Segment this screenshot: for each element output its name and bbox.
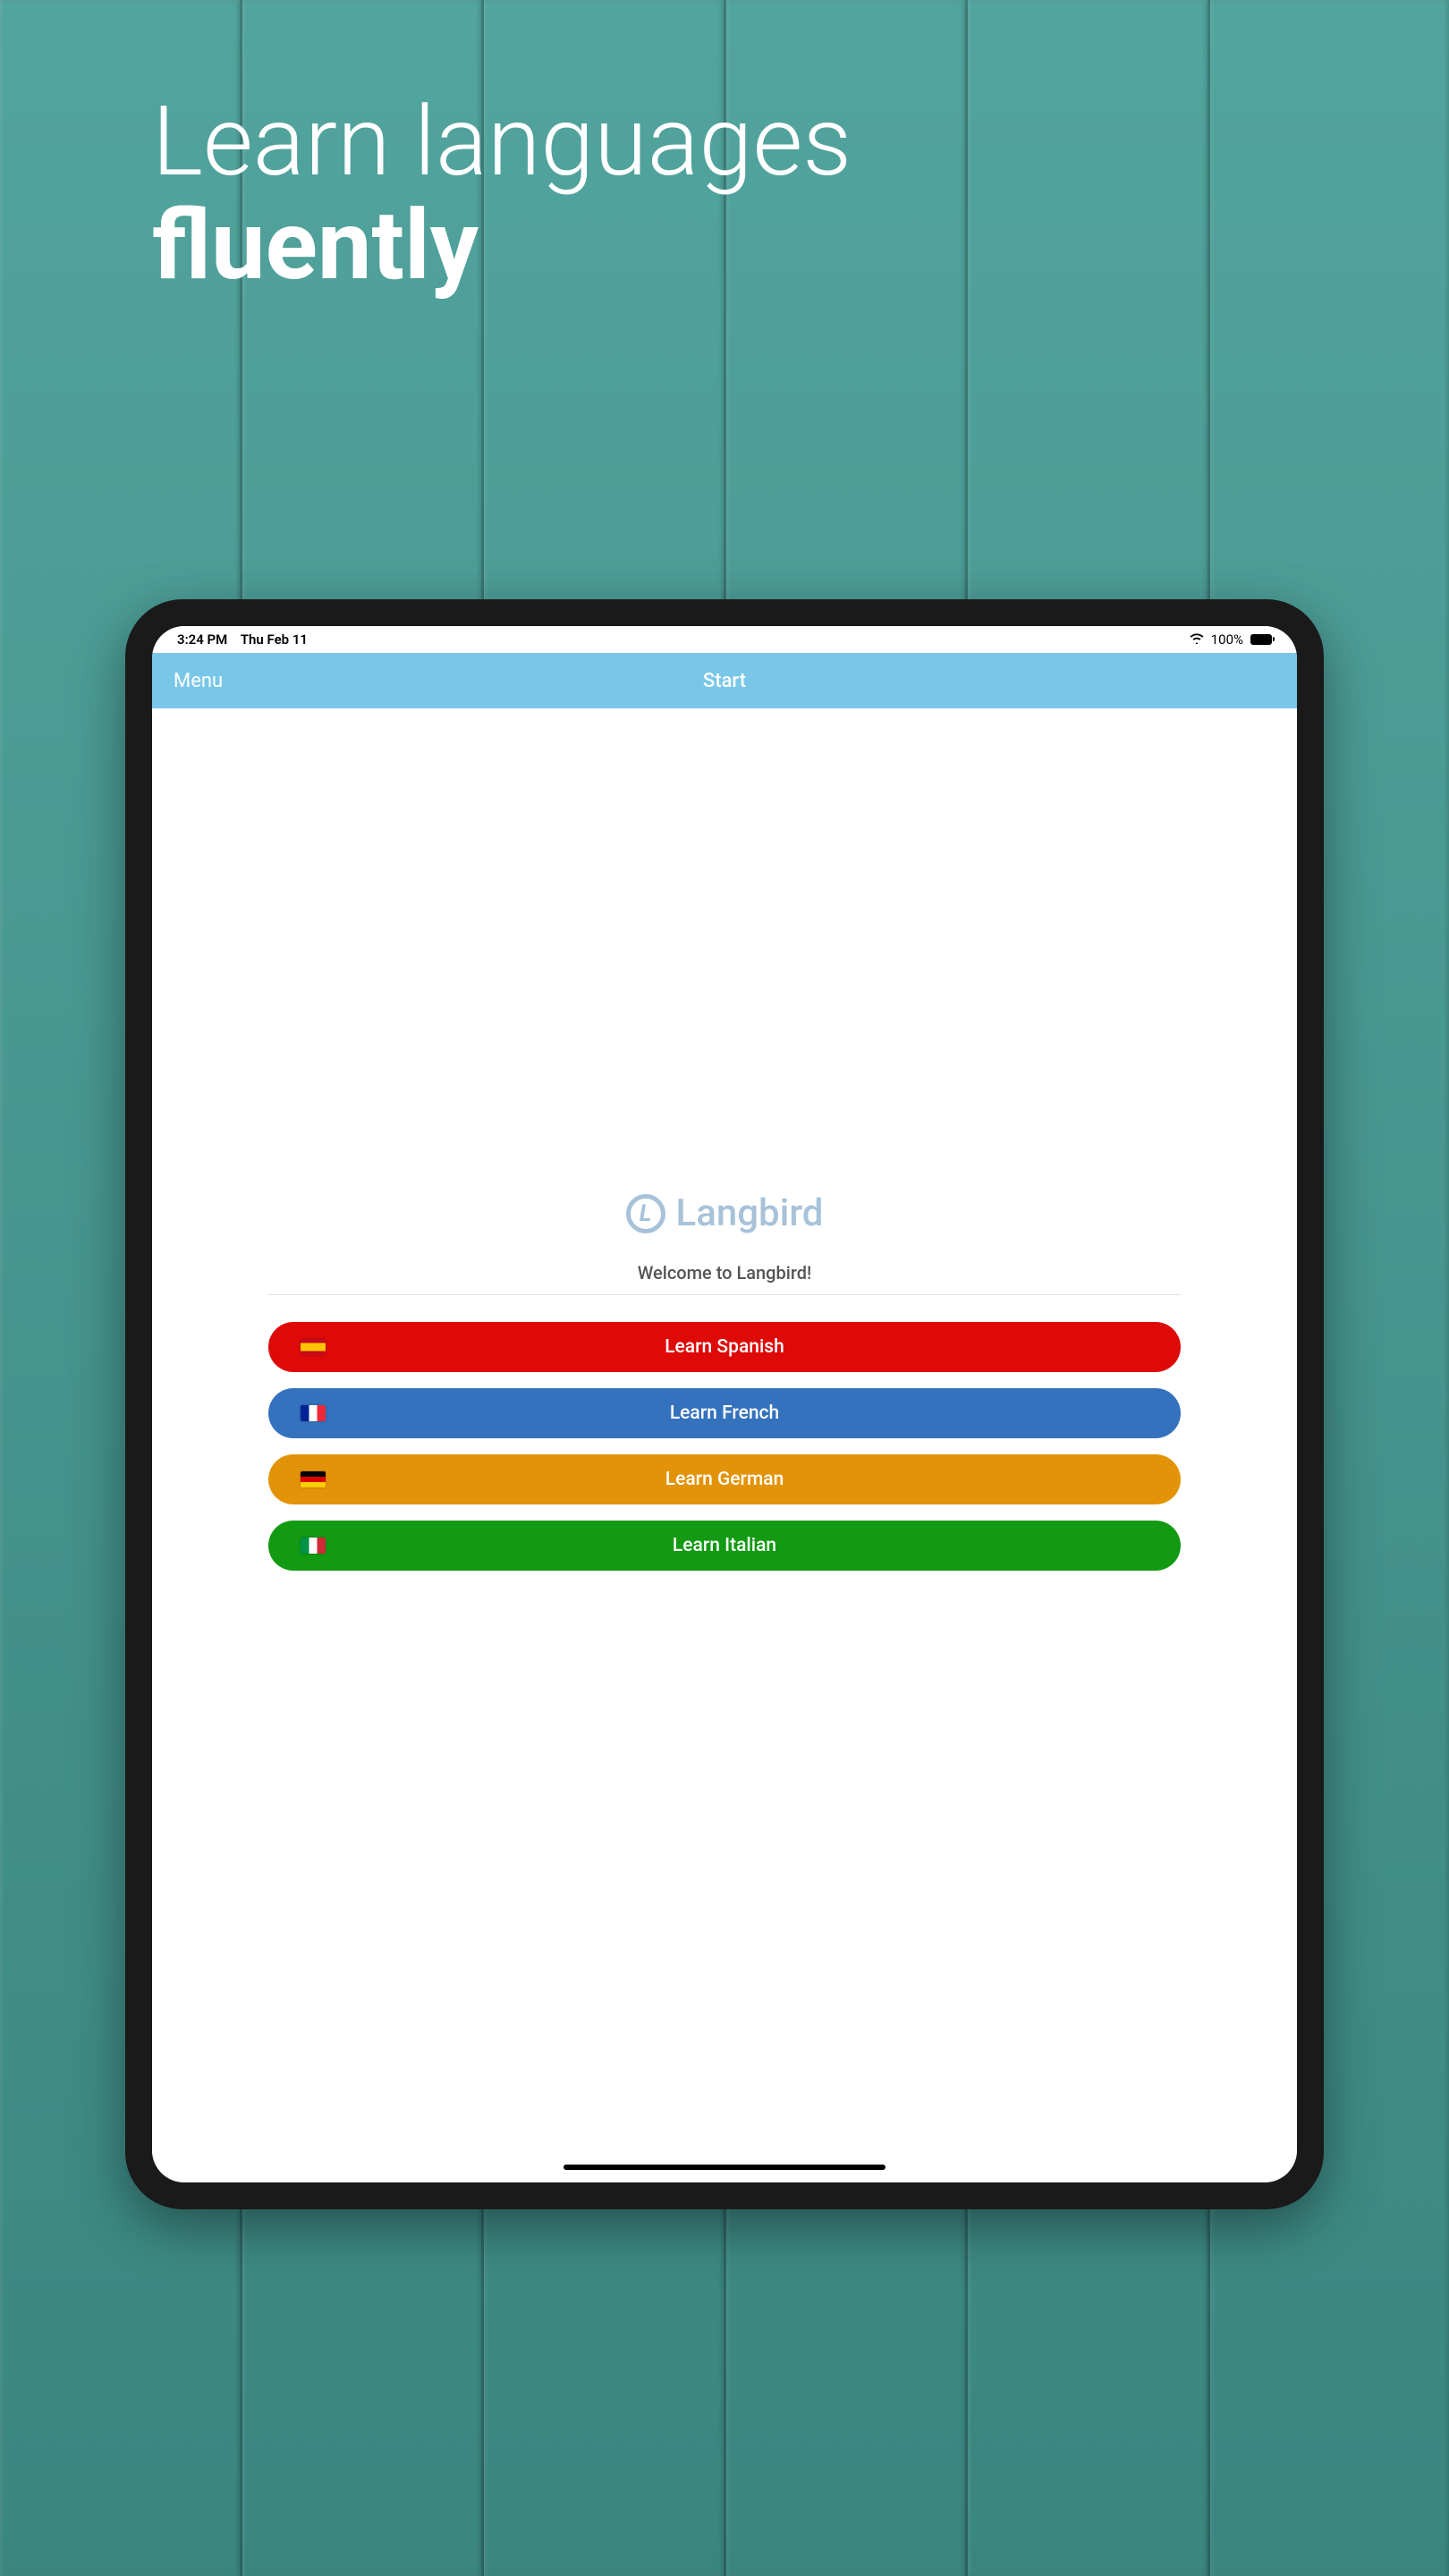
welcome-text: Welcome to Langbird! xyxy=(638,1262,812,1284)
content-area: L Langbird Welcome to Langbird! Learn Sp… xyxy=(152,708,1297,2182)
button-label: Learn Italian xyxy=(268,1535,1181,1556)
tablet-screen: 3:24 PM Thu Feb 11 100% Menu Start L Lan… xyxy=(152,626,1297,2182)
italy-flag-icon xyxy=(301,1538,326,1554)
status-time-date: 3:24 PM Thu Feb 11 xyxy=(177,631,308,648)
status-right: 100% xyxy=(1190,631,1272,648)
wifi-icon xyxy=(1190,631,1204,648)
app-logo: L Langbird xyxy=(626,1191,824,1235)
learn-german-button[interactable]: Learn German xyxy=(268,1454,1181,1504)
button-label: Learn German xyxy=(268,1469,1181,1490)
logo-text: Langbird xyxy=(676,1191,824,1235)
menu-button[interactable]: Menu xyxy=(174,670,223,692)
status-date: Thu Feb 11 xyxy=(241,631,308,648)
divider xyxy=(268,1294,1181,1295)
hero-line-2: fluently xyxy=(152,196,852,297)
language-button-list: Learn Spanish Learn French Learn German … xyxy=(268,1322,1181,1571)
hero-heading: Learn languages fluently xyxy=(152,89,852,297)
status-time: 3:24 PM xyxy=(177,631,227,648)
germany-flag-icon xyxy=(301,1471,326,1487)
nav-bar: Menu Start xyxy=(152,653,1297,708)
spain-flag-icon xyxy=(301,1339,326,1355)
learn-french-button[interactable]: Learn French xyxy=(268,1388,1181,1438)
hero-line-1: Learn languages xyxy=(152,89,852,196)
tablet-frame: 3:24 PM Thu Feb 11 100% Menu Start L Lan… xyxy=(125,599,1324,2209)
status-bar: 3:24 PM Thu Feb 11 100% xyxy=(152,626,1297,653)
home-indicator[interactable] xyxy=(564,2165,886,2170)
france-flag-icon xyxy=(301,1405,326,1421)
battery-icon xyxy=(1250,634,1272,645)
learn-spanish-button[interactable]: Learn Spanish xyxy=(268,1322,1181,1372)
battery-percent: 100% xyxy=(1211,631,1243,648)
button-label: Learn Spanish xyxy=(268,1336,1181,1358)
button-label: Learn French xyxy=(268,1402,1181,1424)
learn-italian-button[interactable]: Learn Italian xyxy=(268,1521,1181,1571)
logo-icon: L xyxy=(626,1194,665,1233)
nav-title: Start xyxy=(703,670,746,692)
